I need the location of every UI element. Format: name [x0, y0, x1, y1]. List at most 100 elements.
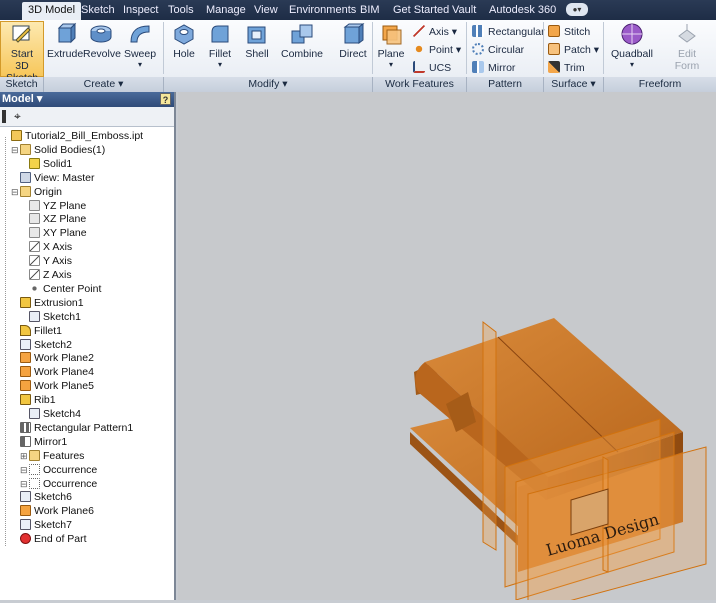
point-button[interactable]: Point ▾ [413, 43, 461, 56]
quadball-button[interactable]: Quadball ▾ [610, 22, 654, 69]
rectangular-pattern-button[interactable]: Rectangular [472, 25, 545, 38]
help-icon[interactable]: ? [160, 93, 171, 105]
extrude-button[interactable]: Extrude [47, 22, 83, 60]
find-binoculars-icon[interactable]: ⌖ [14, 109, 21, 124]
browser-node[interactable]: Mirror1 [11, 435, 67, 448]
revolve-button[interactable]: Revolve [83, 22, 121, 60]
fillet-dropdown-icon[interactable]: ▾ [203, 60, 237, 69]
sketch-icon [29, 310, 40, 322]
expand-toggle-icon[interactable]: ⊟ [20, 479, 29, 490]
graphics-viewport[interactable]: Luoma Design [178, 92, 716, 603]
browser-node[interactable]: ⊟ Occurrence [20, 477, 97, 490]
ribbon-separator [372, 22, 373, 74]
trim-button[interactable]: Trim [548, 61, 585, 74]
browser-node[interactable]: ⊞ Features [20, 449, 84, 462]
tab-get-started[interactable]: Get Started [393, 4, 449, 16]
browser-node[interactable]: Work Plane4 [11, 366, 94, 378]
folder-icon [20, 185, 31, 197]
browser-node[interactable]: YZ Plane [20, 199, 86, 212]
part-model[interactable]: Luoma Design [410, 318, 707, 603]
combine-button[interactable]: Combine [281, 22, 323, 60]
expand-toggle-icon[interactable]: ⊞ [20, 451, 29, 462]
browser-node[interactable]: Z Axis [20, 269, 72, 281]
plane-dropdown-icon[interactable]: ▾ [374, 60, 408, 69]
browser-node[interactable]: X Axis [20, 241, 72, 253]
browser-node-label: Occurrence [43, 463, 98, 476]
ribbon-options-icon[interactable]: ●▾ [566, 3, 588, 16]
browser-node[interactable]: Work Plane5 [11, 380, 94, 392]
shell-button[interactable]: Shell [240, 22, 274, 60]
browser-node[interactable]: Center Point [20, 282, 101, 295]
browser-node[interactable]: Sketch7 [11, 519, 72, 531]
axis-button[interactable]: Axis ▾ [413, 25, 457, 38]
work-plane-2[interactable] [482, 320, 497, 551]
tab-3d-model[interactable]: 3D Model [22, 2, 82, 20]
plane-icon [29, 213, 40, 225]
browser-node[interactable]: Tutorial2_Bill_Emboss.ipt [2, 130, 143, 142]
extrude-label: Extrude [47, 48, 84, 60]
point-label: Point [429, 44, 453, 56]
browser-node[interactable]: Fillet1 [11, 324, 62, 337]
browser-node[interactable]: XZ Plane [20, 213, 86, 225]
sweep-dropdown-icon[interactable]: ▾ [122, 60, 158, 69]
browser-node[interactable]: Sketch1 [20, 310, 81, 323]
sketch-icon [20, 491, 31, 503]
model-canvas[interactable]: Luoma Design [178, 92, 716, 603]
filter-icon[interactable] [2, 110, 6, 123]
tab-environments[interactable]: Environments [289, 4, 356, 16]
tab-sketch[interactable]: Sketch [81, 4, 115, 16]
expand-toggle-icon[interactable]: ⊟ [20, 465, 29, 476]
browser-node[interactable]: XY Plane [20, 227, 87, 239]
workplane-icon [20, 352, 31, 364]
plane-button[interactable]: Plane ▾ [374, 22, 408, 69]
direct-button[interactable]: Direct [336, 22, 370, 60]
plane-label: Plane [377, 48, 405, 60]
sweep-button[interactable]: Sweep ▾ [122, 22, 158, 69]
tab-bim[interactable]: BIM [360, 4, 380, 16]
browser-node[interactable]: ⊟ Occurrence [20, 463, 98, 476]
tab-vault[interactable]: Vault [452, 4, 476, 16]
browser-node[interactable]: Solid1 [20, 157, 72, 170]
browser-node[interactable]: Sketch6 [11, 491, 72, 503]
expand-toggle-icon[interactable]: ⊟ [11, 145, 20, 156]
stitch-label: Stitch [564, 26, 591, 38]
end-of-part-icon [20, 533, 31, 545]
browser-node[interactable]: Sketch2 [11, 338, 72, 351]
tab-manage[interactable]: Manage [206, 4, 246, 16]
browser-node-label: End of Part [34, 533, 87, 546]
rib-icon [20, 394, 31, 406]
browser-node[interactable]: ⊟ Origin [11, 185, 62, 198]
browser-node[interactable]: ⊟ Solid Bodies(1) [11, 143, 105, 156]
tab-view[interactable]: View [254, 4, 278, 16]
browser-node[interactable]: Extrusion1 [11, 296, 84, 309]
browser-node[interactable]: Rib1 [11, 394, 56, 406]
browser-node-label: Work Plane4 [34, 366, 94, 379]
mirror-button[interactable]: Mirror [472, 61, 515, 74]
browser-node[interactable]: View: Master [11, 171, 95, 184]
hole-button[interactable]: Hole [167, 22, 201, 60]
quadball-label: Quadball [610, 48, 654, 60]
browser-node[interactable]: Y Axis [20, 255, 72, 267]
browser-node[interactable]: Sketch4 [20, 408, 81, 420]
circular-pattern-button[interactable]: Circular [472, 43, 524, 56]
patch-label: Patch [564, 44, 591, 56]
fillet-button[interactable]: Fillet ▾ [203, 22, 237, 69]
edit-form-button[interactable]: Edit Form [668, 22, 706, 72]
circular-pattern-icon [472, 43, 484, 55]
patch-icon [548, 43, 560, 55]
tab-tools[interactable]: Tools [168, 4, 194, 16]
edit-form-label-line1: Edit [677, 48, 697, 60]
browser-node[interactable]: Rectangular Pattern1 [11, 421, 133, 434]
tab-autodesk-360[interactable]: Autodesk 360 [489, 4, 556, 16]
tab-inspect[interactable]: Inspect [123, 4, 158, 16]
start-3d-sketch-button[interactable]: Start 3D Sketch [0, 21, 44, 84]
browser-node[interactable]: Work Plane2 [11, 352, 94, 364]
browser-node[interactable]: End of Part [11, 533, 87, 545]
ucs-button[interactable]: UCS [413, 61, 451, 74]
stitch-button[interactable]: Stitch [548, 25, 590, 38]
expand-toggle-icon[interactable]: ⊟ [11, 187, 20, 198]
browser-node[interactable]: Work Plane6 [11, 505, 94, 517]
quadball-dropdown-icon[interactable]: ▾ [610, 60, 654, 69]
patch-button[interactable]: Patch ▾ [548, 43, 599, 56]
browser-title[interactable]: Model [2, 93, 34, 105]
